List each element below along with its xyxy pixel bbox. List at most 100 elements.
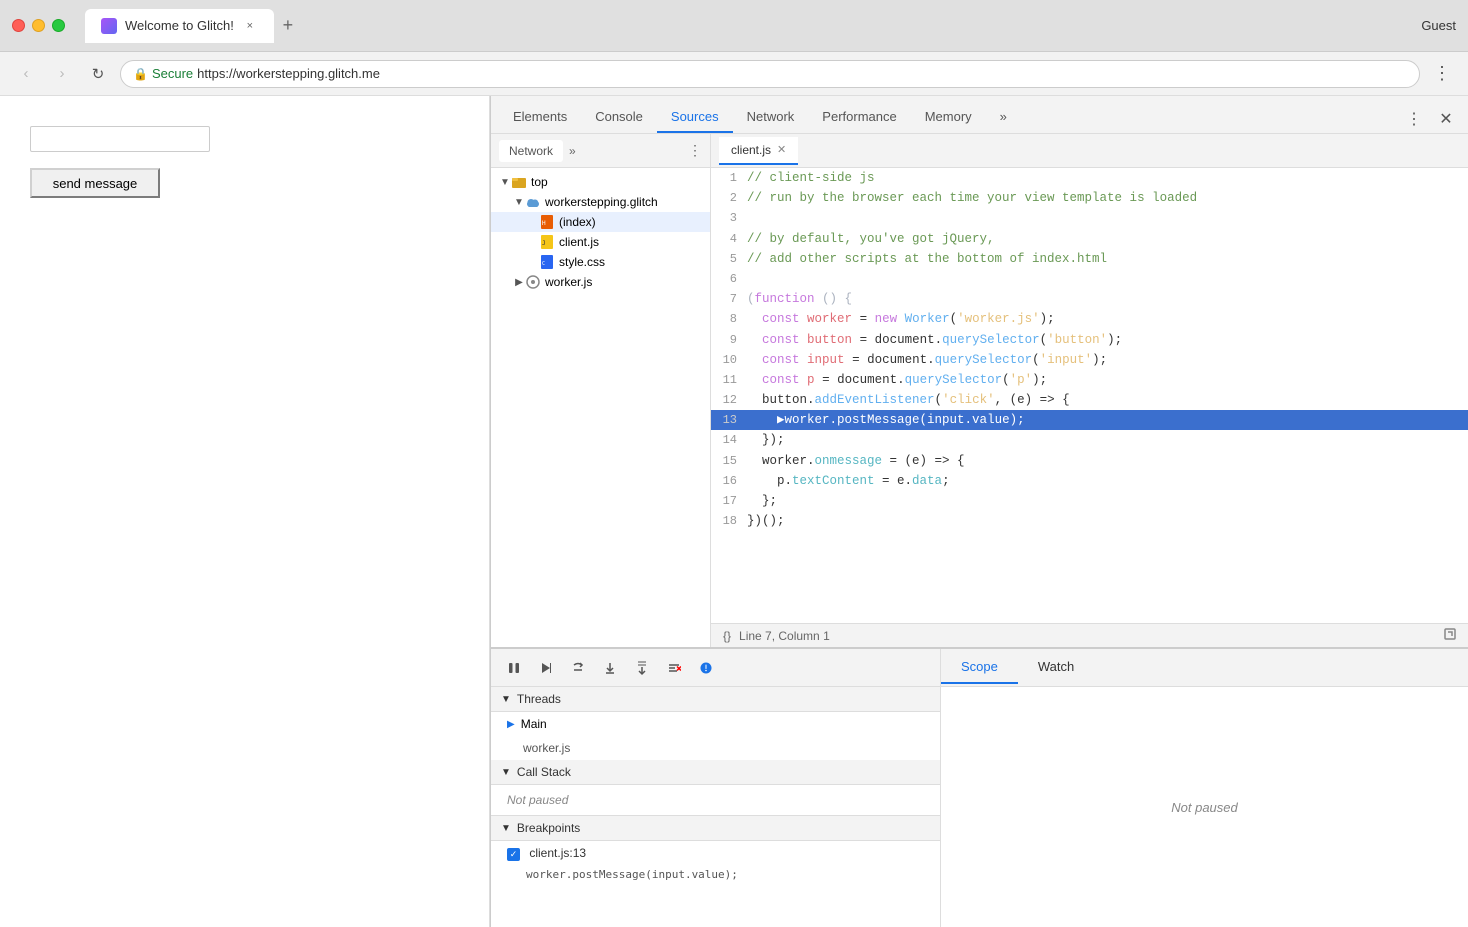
dt-center-panel: client.js ✕ 1 // client-side js 2	[711, 134, 1468, 647]
send-message-button[interactable]: send message	[30, 168, 160, 198]
code-line-17: 17 };	[711, 491, 1468, 511]
code-editor[interactable]: 1 // client-side js 2 // run by the brow…	[711, 168, 1468, 623]
secure-lock-icon: 🔒	[133, 67, 148, 81]
thread-main[interactable]: ▶ Main	[491, 712, 940, 736]
bp-file-label: client.js:13	[529, 846, 586, 860]
folder-icon-top	[511, 174, 527, 190]
tree-item-stylecss[interactable]: C style.css	[491, 252, 710, 272]
status-bracket-icon: {}	[723, 629, 731, 643]
browser-more-button[interactable]: ⋮	[1428, 60, 1456, 88]
code-line-12: 12 button.addEventListener('click', (e) …	[711, 390, 1468, 410]
breakpoint-item[interactable]: ✓ client.js:13	[491, 841, 940, 866]
call-stack-section-header[interactable]: ▼ Call Stack	[491, 760, 940, 785]
toggle-breakpoints-button[interactable]	[661, 655, 687, 681]
close-traffic-light[interactable]	[12, 19, 25, 32]
code-line-2: 2 // run by the browser each time your v…	[711, 188, 1468, 208]
status-bar: {} Line 7, Column 1	[711, 623, 1468, 647]
code-line-18: 18 })();	[711, 511, 1468, 531]
devtools-close-button[interactable]: ✕	[1432, 105, 1460, 133]
tab-bar: Welcome to Glitch! × +	[85, 9, 1413, 43]
status-position: Line 7, Column 1	[739, 629, 830, 643]
svg-text:C: C	[542, 261, 545, 267]
step-out-button[interactable]	[629, 655, 655, 681]
code-line-5: 5 // add other scripts at the bottom of …	[711, 249, 1468, 269]
browser-tab-active[interactable]: Welcome to Glitch! ×	[85, 9, 274, 43]
scope-not-paused: Not paused	[1171, 800, 1238, 815]
bp-checkbox[interactable]: ✓	[507, 848, 520, 861]
call-stack-label: Call Stack	[517, 765, 571, 779]
breakpoints-section-header[interactable]: ▼ Breakpoints	[491, 815, 940, 841]
back-button[interactable]: ‹	[12, 60, 40, 88]
step-into-button[interactable]	[597, 655, 623, 681]
code-line-3: 3	[711, 208, 1468, 228]
code-line-13: 13 ▶worker.postMessage(input.value);	[711, 410, 1468, 430]
editor-tab-clientjs[interactable]: client.js ✕	[719, 137, 798, 165]
call-stack-content: Not paused	[491, 785, 940, 815]
editor-tabs: client.js ✕	[711, 134, 1468, 168]
tab-console[interactable]: Console	[581, 103, 657, 133]
code-line-10: 10 const input = document.querySelector(…	[711, 350, 1468, 370]
reload-button[interactable]: ↻	[84, 60, 112, 88]
worker-icon	[525, 274, 541, 290]
dt-left-panel: Network » ⋮ ▼ top	[491, 134, 711, 647]
bp-checkmark-icon: ✓	[507, 848, 520, 861]
call-stack-arrow: ▼	[501, 767, 511, 778]
maximize-traffic-light[interactable]	[52, 19, 65, 32]
threads-label: Threads	[517, 692, 561, 706]
tab-close-button[interactable]: ×	[242, 18, 258, 34]
tree-arrow-domain: ▼	[513, 197, 525, 208]
traffic-lights	[12, 19, 65, 32]
status-bar-right	[1444, 628, 1456, 643]
tree-arrow-top: ▼	[499, 177, 511, 188]
code-line-6: 6	[711, 269, 1468, 289]
scope-panel: Scope Watch Not paused	[941, 649, 1468, 927]
forward-button[interactable]: ›	[48, 60, 76, 88]
address-bar[interactable]: 🔒 Secure https://workerstepping.glitch.m…	[120, 60, 1420, 88]
pause-button[interactable]	[501, 655, 527, 681]
tab-memory[interactable]: Memory	[911, 103, 986, 133]
tab-favicon	[101, 18, 117, 34]
code-line-15: 15 worker.onmessage = (e) => {	[711, 451, 1468, 471]
pause-on-exceptions-button[interactable]	[693, 655, 719, 681]
resume-button[interactable]	[533, 655, 559, 681]
tree-item-top[interactable]: ▼ top	[491, 172, 710, 192]
scope-tab-scope[interactable]: Scope	[941, 651, 1018, 684]
thread-worker[interactable]: worker.js	[491, 736, 940, 760]
status-expand-icon[interactable]	[1444, 628, 1456, 640]
step-over-button[interactable]	[565, 655, 591, 681]
editor-tab-label: client.js	[731, 143, 771, 157]
title-bar: Welcome to Glitch! × + Guest	[0, 0, 1468, 52]
scope-tab-watch[interactable]: Watch	[1018, 651, 1094, 684]
tree-item-domain[interactable]: ▼ workerstepping.glitch	[491, 192, 710, 212]
code-line-16: 16 p.textContent = e.data;	[711, 471, 1468, 491]
file-js-icon: J	[539, 234, 555, 250]
tree-item-clientjs[interactable]: J client.js	[491, 232, 710, 252]
new-tab-button[interactable]: +	[274, 12, 302, 40]
tab-elements[interactable]: Elements	[499, 103, 581, 133]
tab-performance[interactable]: Performance	[808, 103, 910, 133]
devtools-toolbar-right: ⋮ ✕	[1400, 105, 1460, 133]
panel-more-button[interactable]: »	[569, 144, 576, 158]
thread-play-icon: ▶	[507, 719, 515, 730]
message-input[interactable]	[30, 126, 210, 152]
code-line-4: 4 // by default, you've got jQuery,	[711, 229, 1468, 249]
editor-tab-close[interactable]: ✕	[777, 143, 786, 156]
tree-item-workerjs[interactable]: ▶ worker.js	[491, 272, 710, 292]
webpage-content: send message	[0, 96, 490, 927]
tree-arrow-worker: ▶	[513, 277, 525, 288]
svg-text:J: J	[542, 240, 546, 247]
devtools-settings-button[interactable]: ⋮	[1400, 105, 1428, 133]
page-area: send message Elements Console Sources	[0, 96, 1468, 927]
panel-menu-button[interactable]: ⋮	[688, 142, 702, 159]
tab-sources[interactable]: Sources	[657, 103, 733, 133]
minimize-traffic-light[interactable]	[32, 19, 45, 32]
tab-network[interactable]: Network	[733, 103, 809, 133]
threads-section-header[interactable]: ▼ Threads	[491, 687, 940, 712]
threads-arrow: ▼	[501, 694, 511, 705]
scope-tabs: Scope Watch	[941, 649, 1468, 687]
debugger-panel: ▼ Threads ▶ Main worker.js	[491, 649, 941, 927]
panel-tab-network[interactable]: Network	[499, 140, 563, 162]
bp-code-line: worker.postMessage(input.value);	[491, 866, 940, 886]
tab-more[interactable]: »	[986, 103, 1021, 133]
tree-item-index[interactable]: H (index)	[491, 212, 710, 232]
